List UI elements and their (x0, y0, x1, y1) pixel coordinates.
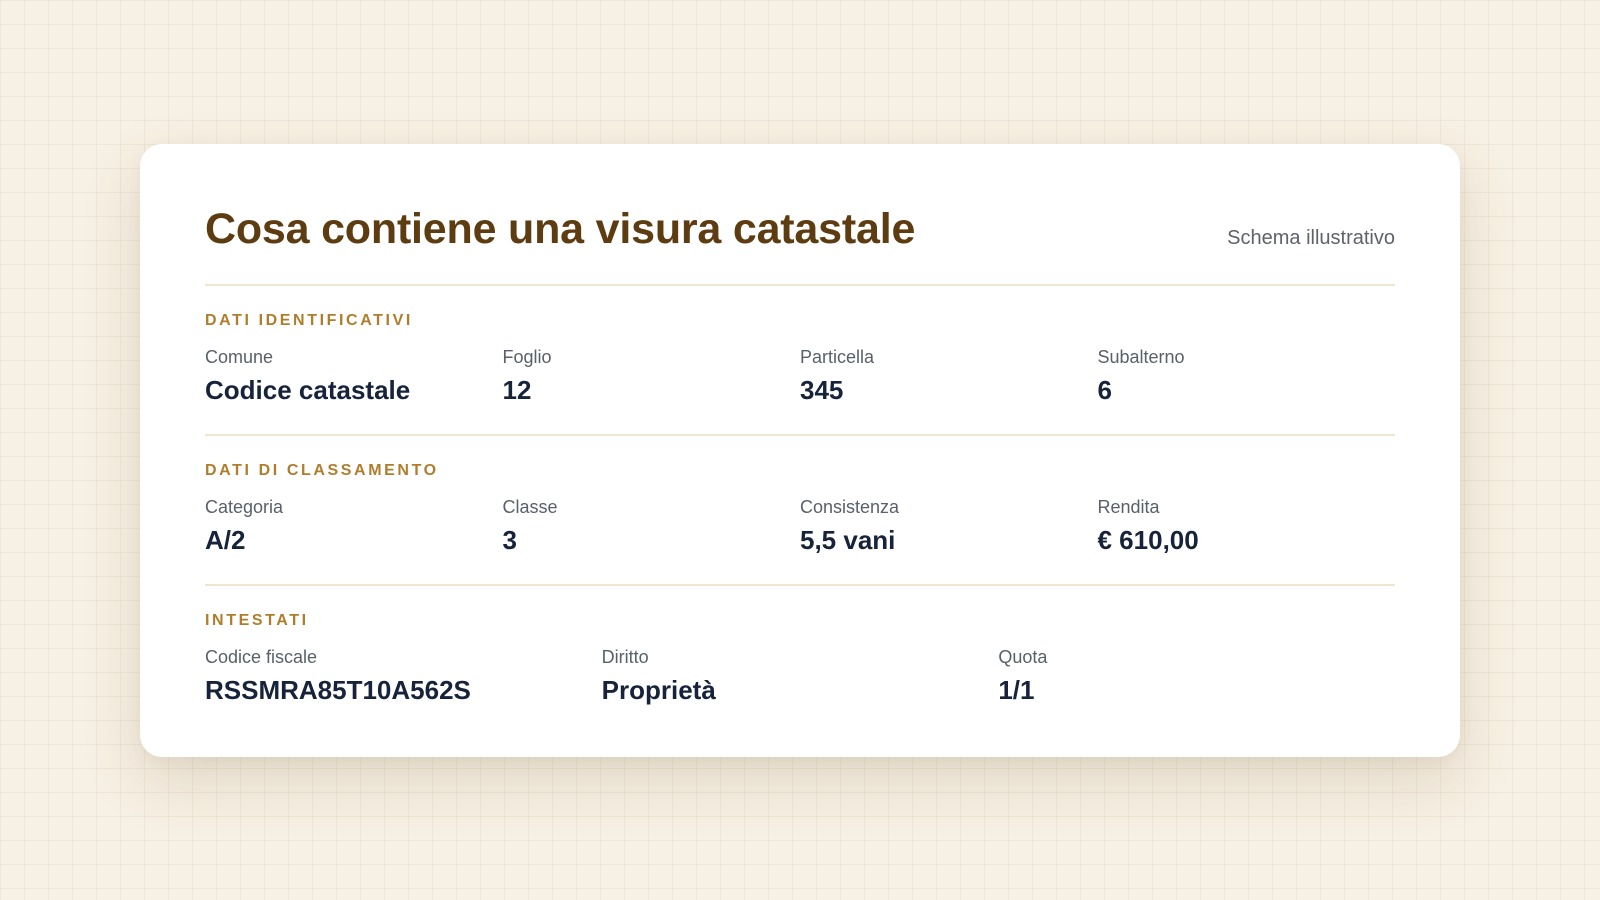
section-title: DATI DI CLASSAMENTO (205, 462, 439, 479)
field-label: Codice fiscale (205, 647, 318, 667)
field-value: 3 (502, 525, 517, 555)
field-rendita: Rendita € 610,00 (1098, 496, 1396, 556)
field-grid: Codice fiscale RSSMRA85T10A562S Diritto … (205, 646, 1395, 706)
field-quota: Quota 1/1 (998, 646, 1395, 706)
field-categoria: Categoria A/2 (205, 496, 503, 556)
field-value: € 610,00 (1097, 525, 1199, 555)
field-value: 345 (800, 375, 844, 405)
field-label: Categoria (205, 497, 284, 517)
section-dati-identificativi: DATI IDENTIFICATIVI Comune Codice catast… (205, 286, 1395, 436)
field-label: Consistenza (800, 497, 900, 517)
field-value: Codice catastale (205, 375, 411, 405)
field-label: Classe (502, 497, 558, 517)
field-foglio: Foglio 12 (503, 346, 801, 406)
section-title: INTESTATI (205, 612, 309, 629)
field-value: 6 (1097, 375, 1112, 405)
field-particella: Particella 345 (800, 346, 1098, 406)
section-title: DATI IDENTIFICATIVI (205, 312, 413, 329)
field-consistenza: Consistenza 5,5 vani (800, 496, 1098, 556)
field-grid: Comune Codice catastale Foglio 12 Partic… (205, 346, 1395, 406)
section-dati-di-classamento: DATI DI CLASSAMENTO Categoria A/2 Classe… (205, 436, 1395, 586)
field-value: 1/1 (998, 675, 1035, 705)
field-label: Foglio (502, 347, 552, 367)
field-diritto: Diritto Proprietà (602, 646, 999, 706)
visura-card: Cosa contiene una visura catastale Schem… (140, 144, 1460, 757)
section-intestati: INTESTATI Codice fiscale RSSMRA85T10A562… (205, 586, 1395, 734)
field-comune: Comune Codice catastale (205, 346, 503, 406)
field-value: A/2 (205, 525, 246, 555)
field-classe: Classe 3 (503, 496, 801, 556)
field-codice-fiscale: Codice fiscale RSSMRA85T10A562S (205, 646, 602, 706)
page-subtitle: Schema illustrativo (1227, 227, 1395, 249)
field-subalterno: Subalterno 6 (1098, 346, 1396, 406)
field-label: Rendita (1097, 497, 1160, 517)
field-label: Particella (800, 347, 875, 367)
field-value: Proprietà (601, 675, 716, 705)
field-value: 12 (502, 375, 532, 405)
card-header: Cosa contiene una visura catastale Schem… (205, 202, 1395, 286)
field-label: Diritto (601, 647, 649, 667)
field-grid: Categoria A/2 Classe 3 Consistenza 5,5 v… (205, 496, 1395, 556)
field-value: 5,5 vani (800, 525, 896, 555)
field-label: Quota (998, 647, 1048, 667)
field-value: RSSMRA85T10A562S (205, 675, 471, 705)
field-label: Comune (205, 347, 274, 367)
page-title: Cosa contiene una visura catastale (205, 205, 916, 253)
field-label: Subalterno (1097, 347, 1185, 367)
